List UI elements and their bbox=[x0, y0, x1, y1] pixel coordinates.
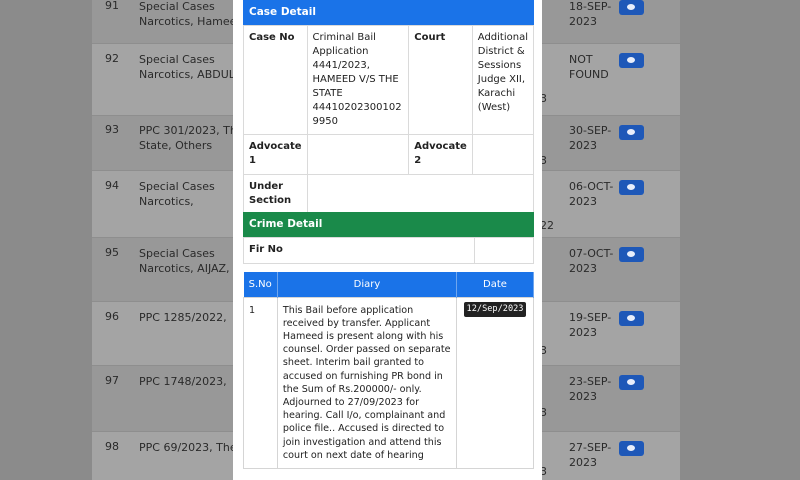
case-detail-header: Case Detail bbox=[243, 0, 534, 25]
row-number: 94 bbox=[105, 179, 119, 192]
sno-column-header: S.No bbox=[243, 272, 278, 297]
view-button[interactable] bbox=[619, 375, 644, 390]
row-number: 96 bbox=[105, 310, 119, 323]
advocate-2-value bbox=[471, 134, 535, 175]
view-button[interactable] bbox=[619, 247, 644, 262]
view-button[interactable] bbox=[619, 441, 644, 456]
row-date: 30-SEP-2023 bbox=[569, 124, 612, 152]
court-value: Additional District & Sessions Judge XII… bbox=[471, 25, 535, 135]
case-no-label: Case No bbox=[243, 25, 308, 135]
view-button[interactable] bbox=[619, 0, 644, 15]
view-button[interactable] bbox=[619, 125, 644, 140]
diary-row: 1 This Bail before application received … bbox=[243, 296, 534, 469]
case-detail-modal: Case Detail Case No Criminal Bail Applic… bbox=[233, 0, 542, 480]
under-section-label: Under Section bbox=[243, 174, 308, 215]
row-date: 19-SEP-2023 bbox=[569, 311, 612, 339]
advocate-1-value bbox=[306, 134, 410, 175]
view-button[interactable] bbox=[619, 180, 644, 195]
row-year: 22 bbox=[540, 219, 554, 232]
row-number: 91 bbox=[105, 0, 119, 12]
crime-detail-table: Fir No bbox=[242, 237, 534, 264]
row-number: 95 bbox=[105, 246, 119, 259]
row-date: 07-OCT-2023 bbox=[569, 247, 614, 275]
row-date: 06-OCT-2023 bbox=[569, 180, 614, 208]
case-no-row: Case No Criminal Bail Application 4441/2… bbox=[243, 25, 535, 135]
row-date: 18-SEP-2023 bbox=[569, 0, 612, 28]
diary-column-header: Diary bbox=[277, 272, 458, 297]
diary-table: S.No Diary Date 1 This Bail before appli… bbox=[243, 272, 534, 469]
backdrop-left bbox=[0, 0, 92, 480]
backdrop-right bbox=[680, 0, 800, 480]
diary-header-row: S.No Diary Date bbox=[243, 272, 534, 297]
case-detail-table: Case No Criminal Bail Application 4441/2… bbox=[243, 25, 535, 215]
advocate-row: Advocate 1 Advocate 2 bbox=[243, 134, 535, 175]
row-date: NOT FOUND bbox=[569, 53, 609, 81]
diary-sno: 1 bbox=[243, 296, 278, 469]
diary-date-cell: 12/Sep/2023 bbox=[456, 296, 534, 469]
diary-date-badge: 12/Sep/2023 bbox=[463, 301, 527, 317]
fir-label: Fir No bbox=[242, 237, 476, 264]
date-column-header: Date bbox=[456, 272, 534, 297]
fir-row: Fir No bbox=[242, 237, 534, 264]
row-number: 97 bbox=[105, 374, 119, 387]
case-no-value: Criminal Bail Application 4441/2023, HAM… bbox=[306, 25, 410, 135]
advocate-1-label: Advocate 1 bbox=[243, 134, 308, 175]
row-date: 27-SEP-2023 bbox=[569, 441, 612, 469]
diary-text: This Bail before application received by… bbox=[276, 296, 458, 469]
crime-detail-header: Crime Detail bbox=[243, 212, 534, 237]
fir-value bbox=[474, 237, 534, 264]
view-button[interactable] bbox=[619, 53, 644, 68]
advocate-2-label: Advocate 2 bbox=[408, 134, 473, 175]
under-section-value bbox=[306, 174, 535, 215]
under-section-row: Under Section bbox=[243, 174, 535, 215]
view-button[interactable] bbox=[619, 311, 644, 326]
row-date: 23-SEP-2023 bbox=[569, 375, 612, 403]
row-number: 92 bbox=[105, 52, 119, 65]
court-label: Court bbox=[408, 25, 473, 135]
row-number: 93 bbox=[105, 123, 119, 136]
row-number: 98 bbox=[105, 440, 119, 453]
